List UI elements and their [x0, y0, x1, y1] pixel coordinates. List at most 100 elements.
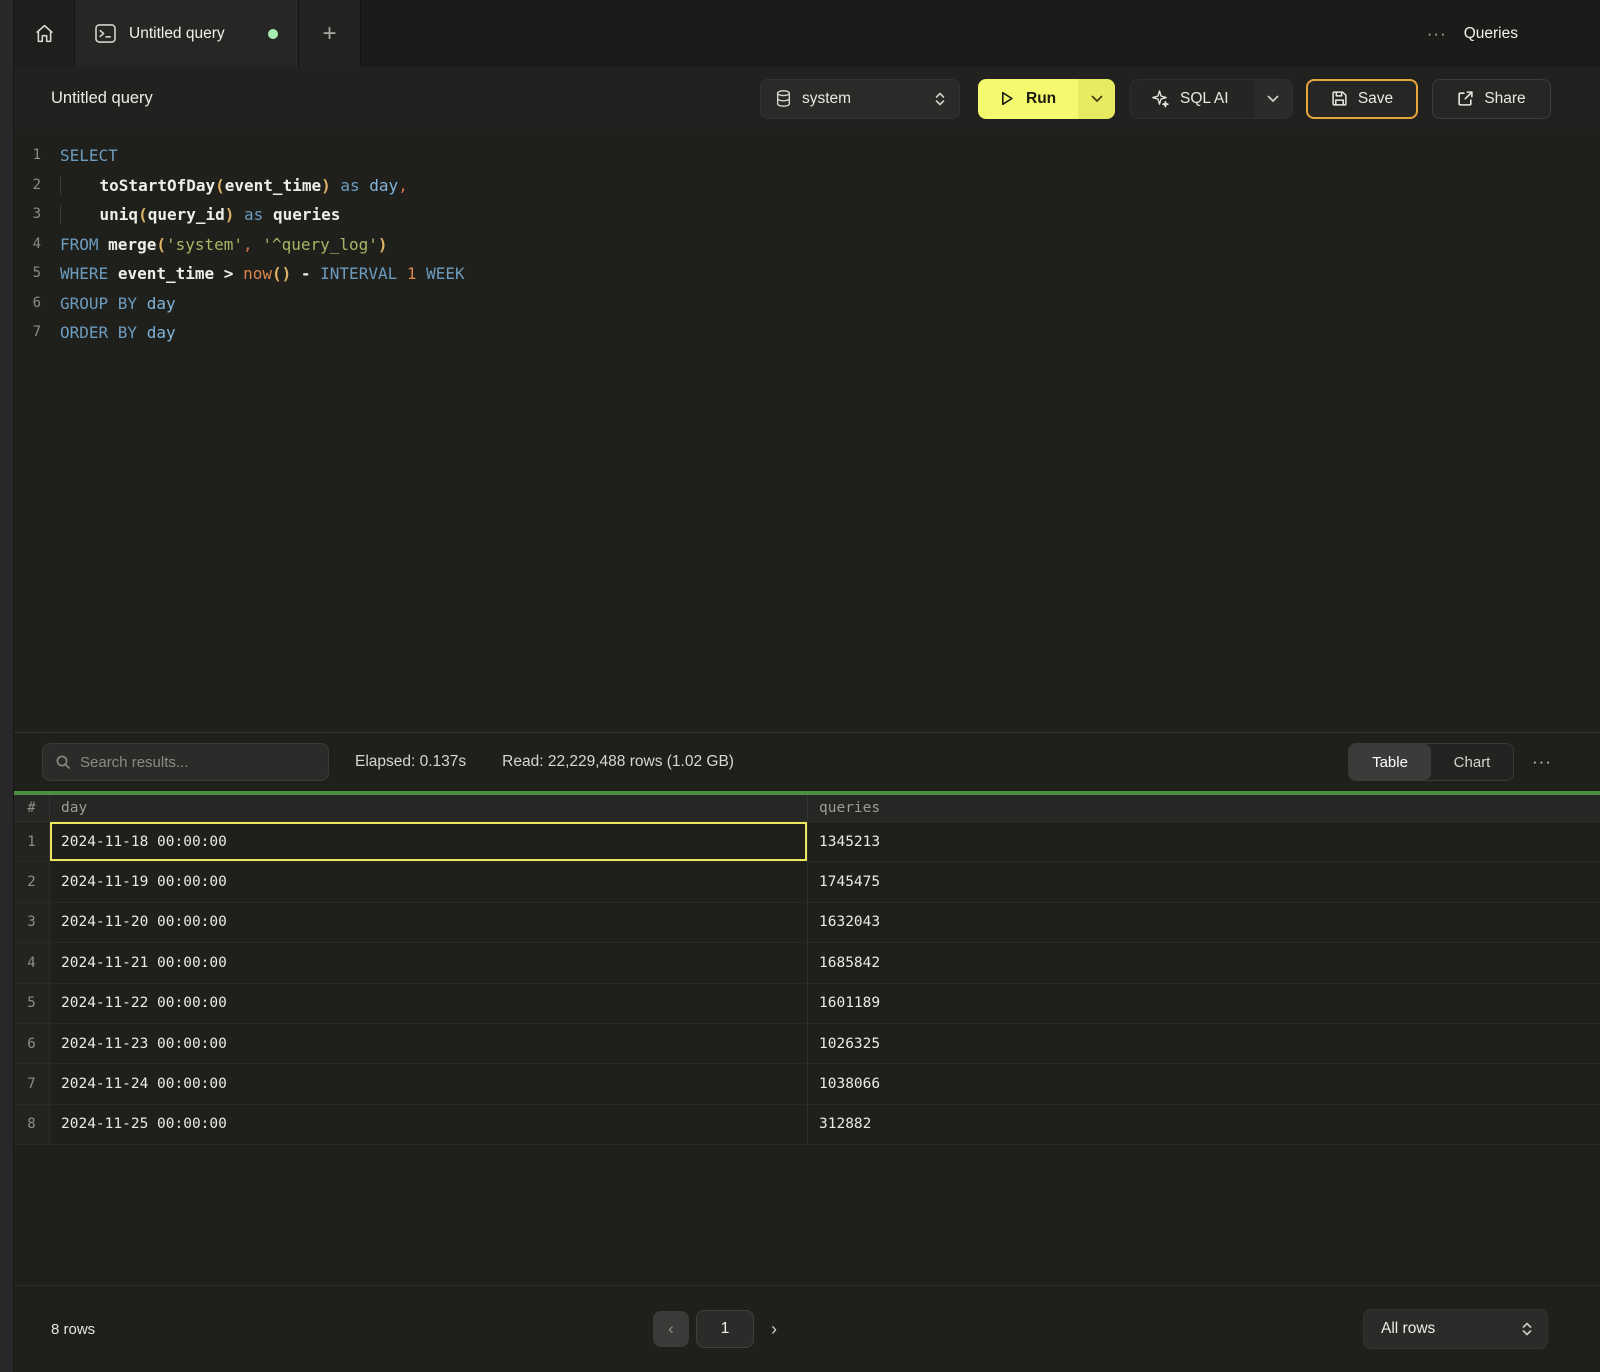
table-row: 42024-11-21 00:00:001685842: [14, 943, 1600, 983]
chevron-down-icon: [1267, 95, 1279, 103]
share-icon: [1457, 90, 1474, 107]
queries-cell[interactable]: 1345213: [808, 822, 1600, 861]
table-header-row: # day queries: [14, 795, 1600, 822]
sql-ai-button[interactable]: SQL AI: [1131, 80, 1254, 118]
column-header-day[interactable]: day: [50, 795, 808, 821]
line-number: 4: [14, 230, 60, 260]
line-number: 3: [14, 200, 60, 230]
queries-cell[interactable]: 1026325: [808, 1024, 1600, 1063]
code-text: ORDER BY day: [60, 318, 176, 348]
tab-table-view[interactable]: Table: [1349, 744, 1431, 780]
terminal-icon: [95, 24, 116, 43]
table-row: 62024-11-23 00:00:001026325: [14, 1024, 1600, 1064]
column-header-queries[interactable]: queries: [808, 795, 1600, 821]
query-title: Untitled query: [51, 89, 760, 108]
main-panel: Untitled query + ··· Queries Untitled qu…: [14, 0, 1600, 1372]
home-button[interactable]: [14, 0, 75, 67]
day-cell[interactable]: 2024-11-21 00:00:00: [50, 943, 808, 982]
column-header-index[interactable]: #: [14, 795, 50, 821]
code-line: 4FROM merge('system', '^query_log'): [14, 230, 1600, 260]
code-text: WHERE event_time > now() - INTERVAL 1 WE…: [60, 259, 465, 289]
day-cell[interactable]: 2024-11-25 00:00:00: [50, 1105, 808, 1144]
sparkles-icon: [1150, 89, 1169, 108]
row-number-cell[interactable]: 3: [14, 903, 50, 942]
day-cell[interactable]: 2024-11-18 00:00:00: [50, 822, 808, 861]
chevron-updown-icon: [1521, 1322, 1533, 1336]
play-icon: [998, 90, 1015, 107]
table-row: 32024-11-20 00:00:001632043: [14, 903, 1600, 943]
table-row: 12024-11-18 00:00:001345213: [14, 822, 1600, 862]
unsaved-indicator-dot: [268, 29, 278, 39]
code-line: 7ORDER BY day: [14, 318, 1600, 348]
tab-bar: Untitled query + ··· Queries: [14, 0, 1600, 67]
code-line: 6GROUP BY day: [14, 289, 1600, 319]
results-toolbar: Elapsed: 0.137s Read: 22,229,488 rows (1…: [14, 732, 1600, 791]
code-text: uniq(query_id) as queries: [60, 200, 340, 230]
query-toolbar: Untitled query system: [14, 67, 1600, 130]
tabs-overflow-icon[interactable]: ···: [1427, 24, 1447, 44]
save-icon: [1331, 90, 1348, 107]
queries-cell[interactable]: 1685842: [808, 943, 1600, 982]
code-text: GROUP BY day: [60, 289, 176, 319]
line-number: 7: [14, 318, 60, 348]
current-page-button[interactable]: 1: [696, 1310, 754, 1348]
run-options-button[interactable]: [1078, 79, 1115, 119]
line-number: 6: [14, 289, 60, 319]
row-number-cell[interactable]: 1: [14, 822, 50, 861]
day-cell[interactable]: 2024-11-24 00:00:00: [50, 1064, 808, 1103]
queries-cell[interactable]: 1601189: [808, 984, 1600, 1023]
row-number-cell[interactable]: 5: [14, 984, 50, 1023]
queries-cell[interactable]: 1632043: [808, 903, 1600, 942]
day-cell[interactable]: 2024-11-23 00:00:00: [50, 1024, 808, 1063]
queries-cell[interactable]: 1745475: [808, 862, 1600, 901]
database-selector-value: system: [802, 90, 851, 108]
results-table-body: 12024-11-18 00:00:00134521322024-11-19 0…: [14, 822, 1600, 1145]
code-line: 5WHERE event_time > now() - INTERVAL 1 W…: [14, 259, 1600, 289]
new-tab-button[interactable]: +: [299, 0, 361, 67]
read-stat: Read: 22,229,488 rows (1.02 GB): [502, 753, 734, 771]
sql-ai-button-label: SQL AI: [1180, 90, 1229, 108]
queries-link[interactable]: Queries: [1464, 25, 1518, 43]
table-row: 22024-11-19 00:00:001745475: [14, 862, 1600, 902]
tab-untitled-query[interactable]: Untitled query: [75, 0, 299, 67]
page-size-selector[interactable]: All rows: [1363, 1309, 1548, 1349]
code-line: 3 uniq(query_id) as queries: [14, 200, 1600, 230]
day-cell[interactable]: 2024-11-22 00:00:00: [50, 984, 808, 1023]
day-cell[interactable]: 2024-11-20 00:00:00: [50, 903, 808, 942]
row-number-cell[interactable]: 2: [14, 862, 50, 901]
save-button[interactable]: Save: [1306, 79, 1418, 119]
tab-chart-view[interactable]: Chart: [1431, 744, 1513, 780]
row-number-cell[interactable]: 7: [14, 1064, 50, 1103]
sql-editor[interactable]: 1SELECT2 toStartOfDay(event_time) as day…: [14, 130, 1600, 732]
results-menu-icon[interactable]: ···: [1532, 752, 1552, 772]
row-number-cell[interactable]: 8: [14, 1105, 50, 1144]
home-icon: [34, 23, 55, 44]
run-button-group: Run: [978, 79, 1115, 119]
chevron-updown-icon: [934, 92, 946, 106]
search-results-box[interactable]: [42, 743, 329, 781]
sql-ai-options-button[interactable]: [1254, 80, 1292, 118]
queries-cell[interactable]: 1038066: [808, 1064, 1600, 1103]
row-number-cell[interactable]: 4: [14, 943, 50, 982]
next-page-button[interactable]: ›: [771, 1319, 777, 1340]
code-text: toStartOfDay(event_time) as day,: [60, 171, 408, 201]
database-selector[interactable]: system: [760, 79, 960, 119]
search-icon: [55, 754, 71, 770]
run-button-label: Run: [1026, 90, 1056, 108]
pagination: ‹ 1 ›: [653, 1286, 777, 1372]
row-number-cell[interactable]: 6: [14, 1024, 50, 1063]
queries-cell[interactable]: 312882: [808, 1105, 1600, 1144]
tab-label: Untitled query: [129, 25, 225, 43]
share-button[interactable]: Share: [1432, 79, 1551, 119]
previous-page-button[interactable]: ‹: [653, 1311, 689, 1347]
code-text: FROM merge('system', '^query_log'): [60, 230, 388, 260]
line-number: 5: [14, 259, 60, 289]
day-cell[interactable]: 2024-11-19 00:00:00: [50, 862, 808, 901]
code-line: 2 toStartOfDay(event_time) as day,: [14, 171, 1600, 201]
table-row: 72024-11-24 00:00:001038066: [14, 1064, 1600, 1104]
results-table: # day queries 12024-11-18 00:00:00134521…: [14, 795, 1600, 1145]
chevron-down-icon: [1091, 95, 1103, 103]
tab-bar-right: ··· Queries: [1427, 0, 1600, 67]
search-results-input[interactable]: [80, 754, 316, 771]
run-button[interactable]: Run: [978, 79, 1078, 119]
